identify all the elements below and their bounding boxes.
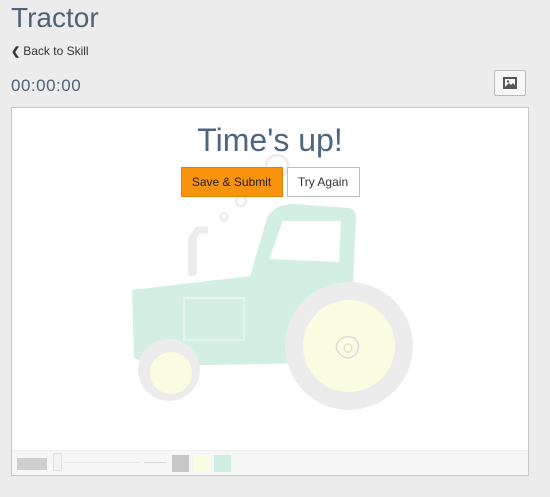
- slider-track: [64, 462, 140, 463]
- back-to-skill-link[interactable]: ❮ Back to Skill: [11, 44, 89, 58]
- drawing-canvas[interactable]: Time's up! Save & Submit Try Again: [11, 107, 529, 476]
- color-swatch-green[interactable]: [214, 455, 231, 472]
- eraser-tool[interactable]: [17, 458, 47, 470]
- try-again-button[interactable]: Try Again: [286, 167, 360, 197]
- save-submit-button[interactable]: Save & Submit: [180, 167, 283, 197]
- color-swatch-grey[interactable]: [172, 455, 189, 472]
- timer: 00:00:00: [11, 76, 82, 95]
- times-up-heading: Time's up!: [197, 122, 343, 158]
- chevron-left-icon: ❮: [11, 45, 21, 58]
- drawing-toolbar: [12, 450, 528, 475]
- back-to-skill-label: Back to Skill: [23, 44, 89, 58]
- tractor-drawing: [132, 154, 413, 410]
- slider-handle[interactable]: [53, 453, 62, 471]
- image-toggle-button[interactable]: [494, 70, 526, 96]
- page-title: Tractor: [11, 2, 99, 33]
- line-width-tool[interactable]: [144, 462, 166, 463]
- result-actions: Save & Submit Try Again: [12, 167, 528, 197]
- image-icon: [503, 77, 517, 89]
- brush-size-slider[interactable]: [52, 453, 142, 473]
- color-swatch-yellow[interactable]: [193, 455, 210, 472]
